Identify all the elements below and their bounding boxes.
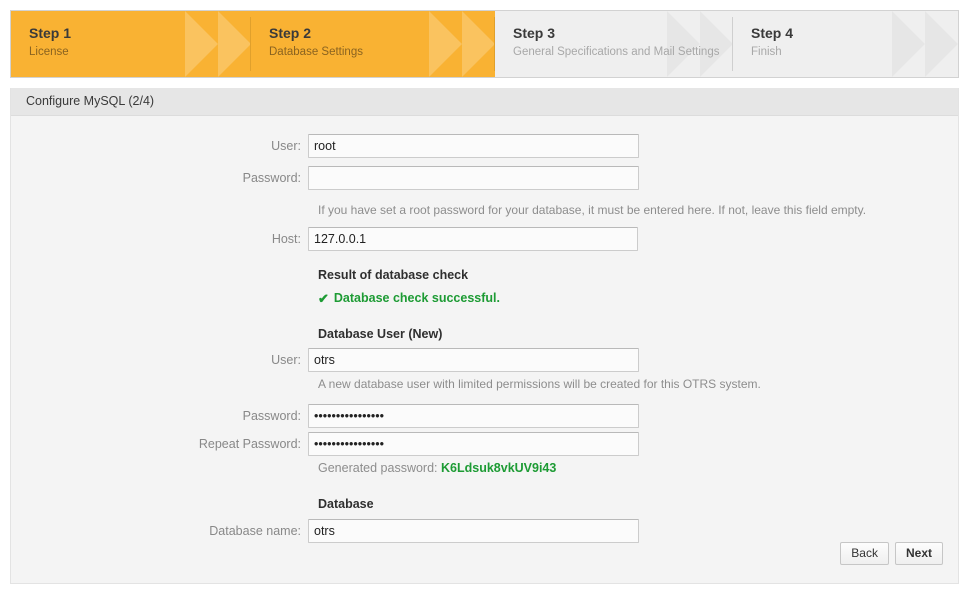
root-password-note: If you have set a root password for your… (318, 202, 866, 218)
field-db-user: User: (11, 348, 639, 372)
panel-body: User: Password: If you have set a root p… (11, 116, 958, 583)
field-db-repeat-password: Repeat Password: (11, 432, 639, 456)
chevron-right-icon (429, 11, 495, 77)
field-db-password: Password: (11, 404, 639, 428)
wizard-step-1-subtitle: License (29, 45, 251, 60)
root-password-input[interactable] (308, 166, 639, 190)
db-password-input[interactable] (308, 404, 639, 428)
db-user-input[interactable] (308, 348, 639, 372)
wizard-step-3-subtitle: General Specifications and Mail Settings (513, 45, 733, 60)
generated-password-value: K6Ldsuk8vkUV9i43 (441, 461, 556, 475)
wizard-step-2-subtitle: Database Settings (269, 45, 495, 60)
chevron-right-icon (667, 11, 733, 77)
field-root-password: Password: (11, 166, 639, 190)
field-database-name: Database name: (11, 519, 639, 543)
wizard-step-bar: Step 1 License Step 2 Database Settings … (10, 10, 959, 78)
field-root-user: User: (11, 134, 639, 158)
content-panel: Configure MySQL (2/4) User: Password: If… (10, 88, 959, 584)
checkmark-icon: ✔ (318, 292, 329, 305)
database-name-input[interactable] (308, 519, 639, 543)
host-input[interactable] (308, 227, 638, 251)
wizard-step-4[interactable]: Step 4 Finish (733, 11, 958, 77)
panel-title: Configure MySQL (2/4) (11, 88, 958, 116)
wizard-step-3-title: Step 3 (513, 25, 733, 42)
db-password-label: Password: (11, 404, 308, 428)
wizard-step-1-title: Step 1 (29, 25, 251, 42)
database-check-result: ✔ Database check successful. (318, 291, 500, 305)
database-name-label: Database name: (11, 519, 308, 543)
next-button[interactable]: Next (895, 542, 943, 565)
database-heading: Database (318, 497, 374, 511)
generated-password-label: Generated password: (318, 461, 438, 475)
db-repeat-password-input[interactable] (308, 432, 639, 456)
database-check-heading: Result of database check (318, 268, 468, 282)
wizard-button-bar: Back Next (840, 542, 943, 565)
chevron-right-icon (892, 11, 958, 77)
db-user-label: User: (11, 348, 308, 372)
database-check-text: Database check successful. (334, 291, 500, 305)
wizard-step-2-title: Step 2 (269, 25, 495, 42)
wizard-step-2[interactable]: Step 2 Database Settings (251, 11, 495, 77)
wizard-step-4-subtitle: Finish (751, 45, 958, 60)
root-password-label: Password: (11, 166, 308, 190)
generated-password-row: Generated password: K6Ldsuk8vkUV9i43 (318, 461, 556, 475)
host-label: Host: (11, 227, 308, 251)
database-user-heading: Database User (New) (318, 327, 442, 341)
back-button[interactable]: Back (840, 542, 889, 565)
db-user-note: A new database user with limited permiss… (318, 376, 761, 392)
chevron-right-icon (185, 11, 251, 77)
db-repeat-password-label: Repeat Password: (11, 432, 308, 456)
root-user-input[interactable] (308, 134, 639, 158)
root-user-label: User: (11, 134, 308, 158)
field-host: Host: (11, 227, 638, 251)
wizard-step-3[interactable]: Step 3 General Specifications and Mail S… (495, 11, 733, 77)
wizard-step-4-title: Step 4 (751, 25, 958, 42)
wizard-step-1[interactable]: Step 1 License (11, 11, 251, 77)
